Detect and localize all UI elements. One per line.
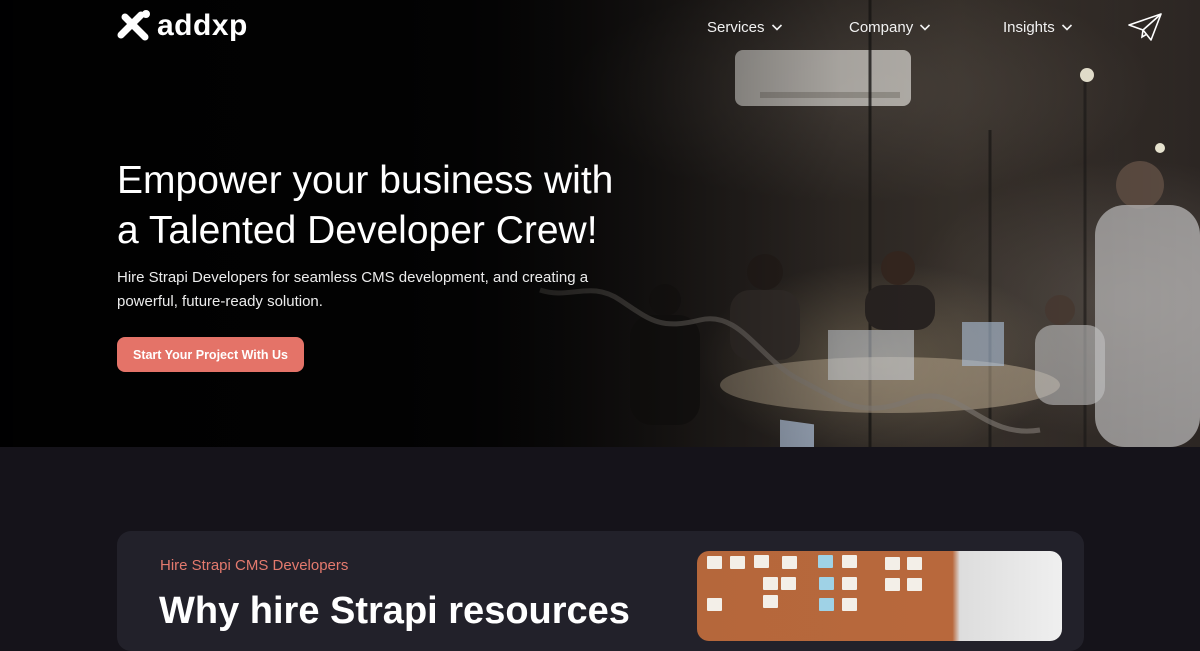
nav-item-label: Insights: [1003, 18, 1055, 36]
sticky-note: [885, 578, 900, 591]
nav-item-label: Services: [707, 18, 765, 36]
sticky-note: [842, 598, 857, 611]
brand-logo[interactable]: addxp: [117, 9, 248, 43]
sticky-note: [782, 556, 797, 569]
sticky-note: [907, 578, 922, 591]
hero-title-line: Empower your business with: [117, 159, 614, 202]
sticky-note: [781, 577, 796, 590]
sticky-note: [707, 556, 722, 569]
sticky-note: [842, 577, 857, 590]
site-header: addxp Services Company Insights: [0, 0, 1200, 56]
brand-name: addxp: [157, 9, 248, 42]
sticky-note: [842, 555, 857, 568]
x-mark-logo-icon: [117, 10, 150, 41]
paper-plane-icon[interactable]: [1127, 12, 1163, 42]
sticky-note: [907, 557, 922, 570]
hero-title: Empower your business with a Talented De…: [117, 156, 677, 256]
section-eyebrow: Hire Strapi CMS Developers: [160, 557, 349, 574]
hero-subtitle-line: powerful, future-ready solution.: [117, 293, 323, 310]
nav-item-insights[interactable]: Insights: [1003, 16, 1073, 38]
sticky-note: [885, 557, 900, 570]
chevron-down-icon: [1061, 24, 1072, 31]
nav-item-label: Company: [849, 18, 914, 36]
nav-item-company[interactable]: Company: [849, 16, 931, 38]
sticky-note: [819, 577, 834, 590]
sticky-note: [754, 555, 769, 568]
sticky-note: [763, 577, 778, 590]
hero-subtitle: Hire Strapi Developers for seamless CMS …: [117, 266, 637, 314]
start-project-button[interactable]: Start Your Project With Us: [117, 337, 304, 372]
nav-item-services[interactable]: Services: [707, 16, 783, 38]
chevron-down-icon: [771, 24, 782, 31]
sticky-note: [818, 555, 833, 568]
hero-title-line: a Talented Developer Crew!: [117, 209, 598, 252]
hero-section: addxp Services Company Insights Empower …: [0, 0, 1200, 447]
chevron-down-icon: [920, 24, 931, 31]
hero-subtitle-line: Hire Strapi Developers for seamless CMS …: [117, 269, 589, 286]
sticky-note: [763, 595, 778, 608]
sticky-note: [819, 598, 834, 611]
sticky-note: [707, 598, 722, 611]
sticky-notes-photo: [697, 551, 1062, 641]
sticky-note: [730, 556, 745, 569]
